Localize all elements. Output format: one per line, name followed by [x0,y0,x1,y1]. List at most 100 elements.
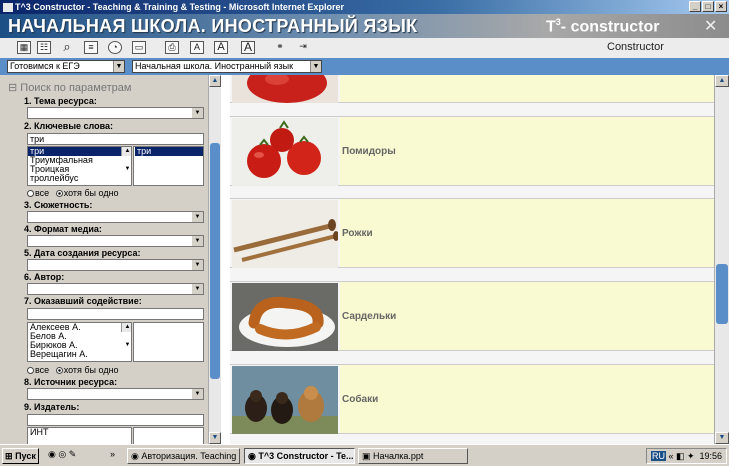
list-item[interactable]: троллейбус [28,174,131,183]
keywords-label: 2. Ключевые слова: [24,121,114,131]
exit-icon[interactable]: ⇥ [296,41,310,54]
result-title[interactable]: Помидоры [340,117,714,185]
results-scrollbar[interactable]: ▲ ▼ [714,75,729,444]
tree-icon[interactable]: ☷ [37,41,51,54]
section-select[interactable]: Начальная школа. Иностранный язык ▼ [132,60,322,73]
list-item[interactable]: три [135,147,203,156]
chevron-down-icon: ▼ [192,236,203,246]
print-icon[interactable]: ⎙ [165,41,179,54]
taskbar: ⊞ Пуск ◉ ◎ ✎ » ◉ Авторизация. Teaching .… [0,444,729,466]
lang-indicator[interactable]: RU [651,451,666,461]
list-icon[interactable]: ≡ [84,41,98,54]
author-select[interactable]: ▼ [27,283,204,295]
list-item[interactable]: Верещагин А. [28,350,131,359]
list-scrollbar[interactable]: ▲ ▼ [121,323,131,348]
helpers-list[interactable]: Алексеев А. Белов А. Бирюков А. Верещаги… [27,322,132,362]
window-titlebar: T^3 Constructor - Teaching & Training & … [0,0,729,14]
quicklaunch-more-icon[interactable]: » [110,449,115,459]
ie-icon [3,3,13,13]
grid-icon[interactable]: ▦ [17,41,31,54]
helper-match-radio[interactable]: все хотя бы одно [27,365,119,375]
result-title[interactable] [340,75,714,102]
publisher-input[interactable] [27,414,204,426]
media-select[interactable]: ▼ [27,235,204,247]
font-large-icon[interactable]: A [241,41,255,54]
source-label: 8. Источник ресурса: [24,377,118,387]
filter-scrollbar[interactable]: ▲ ▼ [208,75,221,444]
radio-all[interactable] [27,367,34,375]
window-title: T^3 Constructor - Teaching & Training & … [15,2,344,12]
keyword-selected-list[interactable]: три [133,146,204,186]
filter-panel: ⊟ Поиск по параметрам 1. Тема ресурса: ▼… [0,75,208,444]
scroll-down-icon[interactable]: ▼ [209,432,221,444]
topic-label: 1. Тема ресурса: [24,96,97,106]
start-button[interactable]: ⊞ Пуск [2,448,39,464]
scroll-thumb[interactable] [210,143,220,379]
users-icon[interactable]: ⚭ [273,41,287,54]
topic-select[interactable]: ▼ [27,107,204,119]
result-title[interactable]: Сардельки [340,282,714,350]
source-select[interactable]: ▼ [27,388,204,400]
chevron-down-icon: ▼ [113,61,124,72]
scroll-up-icon[interactable]: ▲ [209,75,221,87]
clock: 19:56 [699,451,722,461]
date-label: 5. Дата создания ресурса: [24,248,141,258]
publisher-selected-list[interactable] [133,427,204,444]
horns-image[interactable] [232,200,338,268]
maximize-button[interactable]: □ [702,1,714,12]
result-title[interactable]: Рожки [340,199,714,267]
author-label: 6. Автор: [24,272,65,282]
radio-all[interactable] [27,190,34,198]
task-button-auth[interactable]: ◉ Авторизация. Teaching ... [127,448,240,464]
task-button-ppt[interactable]: ▣ Началка.ppt [358,448,468,464]
system-tray: RU « ◧ ✦ 19:56 [646,448,727,464]
font-medium-icon[interactable]: A [214,41,228,54]
plot-label: 3. Сюжетность: [24,200,93,210]
keyword-suggestions-list[interactable]: три Триумфальная Троицкая троллейбус ▲ ▼ [27,146,132,186]
minimize-button[interactable]: _ [689,1,701,12]
chevron-down-icon: ▼ [192,284,203,294]
font-small-icon[interactable]: A [190,41,204,54]
search-icon[interactable]: ⌕ [60,40,74,54]
tools-icon[interactable]: ✕ [704,16,717,36]
result-row[interactable]: Сардельки [230,281,714,351]
dogs-image[interactable] [232,366,338,434]
chevron-down-icon: ▼ [192,260,203,270]
result-row[interactable]: Помидоры [230,116,714,186]
sausages-image[interactable] [232,283,338,351]
scroll-down-icon[interactable]: ▼ [715,432,729,444]
chevron-down-icon: ▼ [310,61,321,72]
list-item[interactable]: ИНТ [28,428,131,437]
radio-any[interactable] [55,367,63,375]
helper-input[interactable] [27,308,204,320]
list-scrollbar[interactable]: ▲ ▼ [121,147,131,172]
toolbar: ▦ ☷ ⌕ ≡ ◔ ▭ ⎙ A A A ⚭ ⇥ Constructor [0,38,729,58]
tomato-image[interactable] [232,75,338,103]
scroll-thumb[interactable] [716,264,728,324]
date-select[interactable]: ▼ [27,259,204,271]
keywords-input[interactable]: три [27,133,204,145]
task-button-constructor[interactable]: ◉ T^3 Constructor - Te... [244,448,355,464]
course-select[interactable]: Готовимся к ЕГЭ ▼ [7,60,125,73]
result-row[interactable]: Рожки [230,198,714,268]
page-title: НАЧАЛЬНАЯ ШКОЛА. ИНОСТРАННЫЙ ЯЗЫК [8,16,418,36]
quicklaunch-icons[interactable]: ◉ ◎ ✎ [48,449,76,460]
card-icon[interactable]: ▭ [132,41,146,54]
results-panel: Помидоры Рожки Сардельки Собаки [230,75,714,444]
tray-icons[interactable]: « ◧ ✦ [669,451,695,461]
filter-search-title[interactable]: ⊟ Поиск по параметрам [8,81,131,94]
result-row[interactable] [230,75,714,103]
tomatoes-image[interactable] [232,118,338,186]
helpers-selected-list[interactable] [133,322,204,362]
clock-icon[interactable]: ◔ [108,41,122,54]
constructor-label[interactable]: Constructor [607,41,664,53]
publisher-list[interactable]: ИНТ [27,427,132,444]
scroll-up-icon[interactable]: ▲ [715,75,729,87]
close-button[interactable]: × [715,1,727,12]
plot-select[interactable]: ▼ [27,211,204,223]
radio-any[interactable] [55,190,63,198]
result-row[interactable]: Собаки [230,364,714,434]
app-banner: НАЧАЛЬНАЯ ШКОЛА. ИНОСТРАННЫЙ ЯЗЫК T3- co… [0,14,729,38]
keyword-match-radio[interactable]: все хотя бы одно [27,188,119,198]
result-title[interactable]: Собаки [340,365,714,433]
